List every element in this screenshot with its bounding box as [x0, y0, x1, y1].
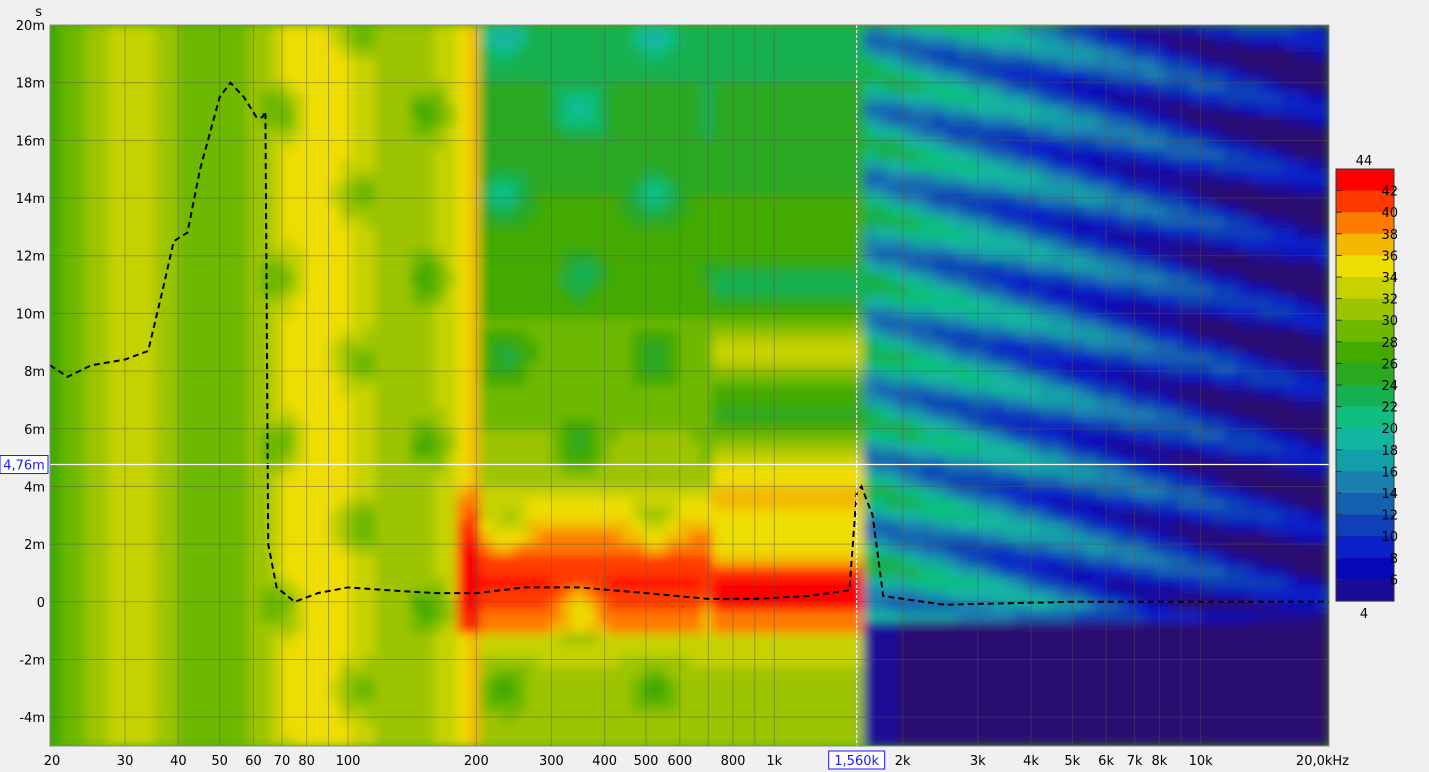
colorbar-tick-label: 18 — [1381, 444, 1398, 459]
x-tick-label: 300 — [539, 754, 564, 769]
x-tick-label: 100 — [336, 754, 361, 769]
x-tick-label: 400 — [592, 754, 617, 769]
x-tick-label: 10k — [1189, 754, 1214, 769]
y-tick-label: 10m — [16, 307, 45, 322]
x-tick-label: 8k — [1151, 754, 1167, 769]
x-tick-label: 70 — [274, 754, 291, 769]
colorbar-tick-label: 22 — [1381, 401, 1398, 416]
x-tick-label: 7k — [1127, 754, 1143, 769]
colorbar-tick-label: 42 — [1381, 185, 1398, 200]
colorbar-tick-label: 36 — [1381, 249, 1398, 264]
y-tick-label: 12m — [16, 250, 45, 265]
y-tick-label: 2m — [24, 538, 45, 553]
color-scale-legend: 424038363432302826242220181614121086444 — [1335, 154, 1398, 622]
colorbar-tick-label: 8 — [1390, 552, 1398, 567]
spectrogram-chart[interactable]: 1,560k4,76m 20 30 40 50 60 70 80 100 200 300 400 50… — [0, 0, 1429, 772]
colorbar-tick-label: 26 — [1381, 357, 1398, 372]
colorbar-tick-label: 16 — [1381, 465, 1398, 480]
x-tick-label: 80 — [298, 754, 315, 769]
x-tick-label: 4k — [1023, 754, 1039, 769]
y-tick-label: 14m — [16, 192, 45, 207]
x-tick-label: 200 — [464, 754, 489, 769]
y-tick-label: 16m — [16, 134, 45, 149]
y-tick-label: 18m — [16, 77, 45, 92]
x-tick-label: 6k — [1098, 754, 1114, 769]
x-tick-label: 1k — [766, 754, 782, 769]
x-tick-label: 800 — [721, 754, 746, 769]
colorbar-tick-label: 40 — [1381, 206, 1398, 221]
y-axis-ticks: 20m 18m 16m 14m 12m 10m 8m 6m 4m 2m 0 -2m -4m — [16, 19, 45, 726]
x-tick-label: 600 — [667, 754, 692, 769]
colorbar-tick-label: 14 — [1381, 487, 1398, 502]
x-axis-ticks: 20 30 40 50 60 70 80 100 200 300 400 500 600 800 1k 2k 3… — [44, 754, 1349, 769]
colorbar-min-label: 4 — [1360, 607, 1368, 622]
colorbar-tick-label: 32 — [1381, 293, 1398, 308]
cursor-x-label: 1,560k — [834, 754, 879, 769]
colorbar-band — [1336, 579, 1394, 602]
colorbar-band — [1336, 557, 1394, 580]
y-tick-label: 8m — [24, 365, 45, 380]
colorbar-tick-label: 28 — [1381, 336, 1398, 351]
y-tick-label: -4m — [19, 711, 45, 726]
colorbar-tick-label: 12 — [1381, 509, 1398, 524]
x-tick-label: 20 — [44, 754, 61, 769]
x-tick-label: 5k — [1064, 754, 1080, 769]
colorbar-tick-label: 30 — [1381, 314, 1398, 329]
x-tick-label: 40 — [170, 754, 187, 769]
y-tick-label: -2m — [19, 653, 45, 668]
cursor-y-label: 4,76m — [3, 459, 45, 474]
colorbar-tick-label: 38 — [1381, 228, 1398, 243]
colorbar-tick-label: 10 — [1381, 530, 1398, 545]
x-tick-label: 60 — [245, 754, 262, 769]
x-tick-label: 20,0kHz — [1296, 754, 1349, 769]
colorbar-max-label: 44 — [1356, 154, 1373, 169]
x-tick-label: 30 — [117, 754, 134, 769]
x-tick-label: 500 — [634, 754, 659, 769]
spectrogram-field — [50, 25, 1329, 746]
y-tick-label: 20m — [16, 19, 45, 34]
y-tick-label: 0 — [37, 596, 45, 611]
colorbar-tick-label: 34 — [1381, 271, 1398, 286]
x-tick-label: 3k — [970, 754, 986, 769]
y-tick-label: 4m — [24, 480, 45, 495]
colorbar-tick-label: 20 — [1381, 422, 1398, 437]
y-axis-unit-label: s — [35, 5, 42, 20]
y-tick-label: 6m — [24, 423, 45, 438]
colorbar-tick-label: 6 — [1390, 573, 1398, 588]
colorbar-tick-label: 24 — [1381, 379, 1398, 394]
x-tick-label: 2k — [895, 754, 911, 769]
x-tick-label: 50 — [211, 754, 228, 769]
